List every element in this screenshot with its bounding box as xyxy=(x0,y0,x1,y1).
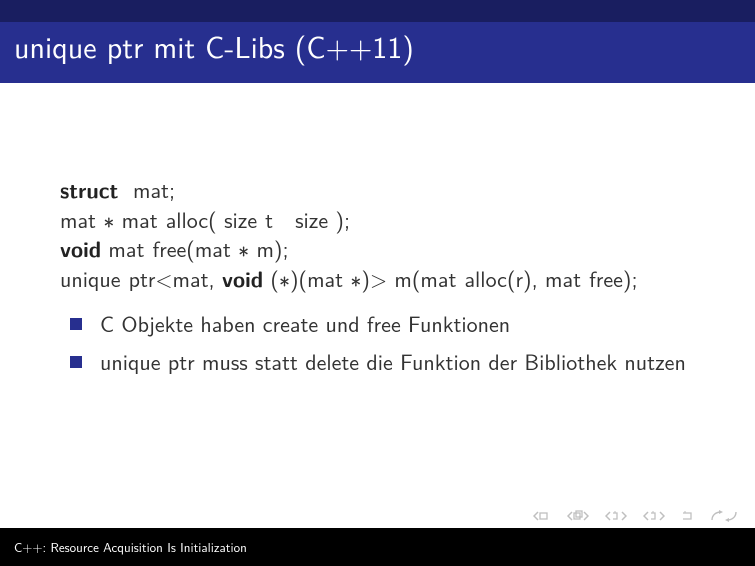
code-l4b: ptr<mat, xyxy=(129,262,222,294)
code-l3a: mat xyxy=(101,232,144,264)
code-kw-struct: struct xyxy=(60,173,118,205)
code-block: struct mat; mat ∗ mat alloc( size t size… xyxy=(60,175,700,294)
code-l2a: mat ∗ mat xyxy=(60,203,158,235)
title-part-2: ptr mit C-Libs (C++11) xyxy=(107,24,414,68)
nav-back-forward-icon[interactable] xyxy=(709,510,739,522)
code-l2c: t size ); xyxy=(265,203,350,235)
beamer-nav xyxy=(533,510,739,522)
code-l4d: alloc(r), mat xyxy=(464,262,581,294)
list-item-label: C Objekte haben create und free Funktion… xyxy=(100,307,510,339)
header-top-band xyxy=(0,0,755,22)
code-l4c: (∗)(mat ∗)> m(mat xyxy=(263,262,456,294)
underscore-gap-icon xyxy=(97,40,107,64)
slide-body: struct mat; mat ∗ mat alloc( size t size… xyxy=(0,83,755,378)
slide: unique ptr mit C-Libs (C++11) struct mat… xyxy=(0,0,755,566)
list-item: unique ptr muss statt delete die Funktio… xyxy=(96,346,700,378)
code-l1: mat; xyxy=(118,173,175,205)
title-part-1: unique xyxy=(14,24,97,68)
code-kw-void-2: void xyxy=(222,262,263,294)
nav-frame-back-icon[interactable] xyxy=(533,510,551,522)
page-title: unique ptr mit C-Libs (C++11) xyxy=(14,28,741,64)
code-l3b: free(mat ∗ m); xyxy=(152,232,288,264)
nav-subsection-2-icon[interactable] xyxy=(643,510,665,522)
nav-appendix-icon[interactable] xyxy=(681,510,693,522)
list-item: C Objekte haben create und free Funktion… xyxy=(96,308,700,340)
title-band: unique ptr mit C-Libs (C++11) xyxy=(0,22,755,83)
code-l4a: unique xyxy=(60,262,121,294)
nav-section-back-icon[interactable] xyxy=(567,510,589,522)
bullet-list: C Objekte haben create und free Funktion… xyxy=(60,308,700,378)
code-l2b: alloc( size xyxy=(166,203,257,235)
code-kw-void-1: void xyxy=(60,232,101,264)
footer: C++: Resource Acquisition Is Initializat… xyxy=(0,528,755,566)
footer-label: C++: Resource Acquisition Is Initializat… xyxy=(14,538,247,557)
nav-subsection-icon[interactable] xyxy=(605,510,627,522)
code-l4e: free); xyxy=(589,262,637,294)
list-item-label: unique ptr muss statt delete die Funktio… xyxy=(100,345,686,377)
